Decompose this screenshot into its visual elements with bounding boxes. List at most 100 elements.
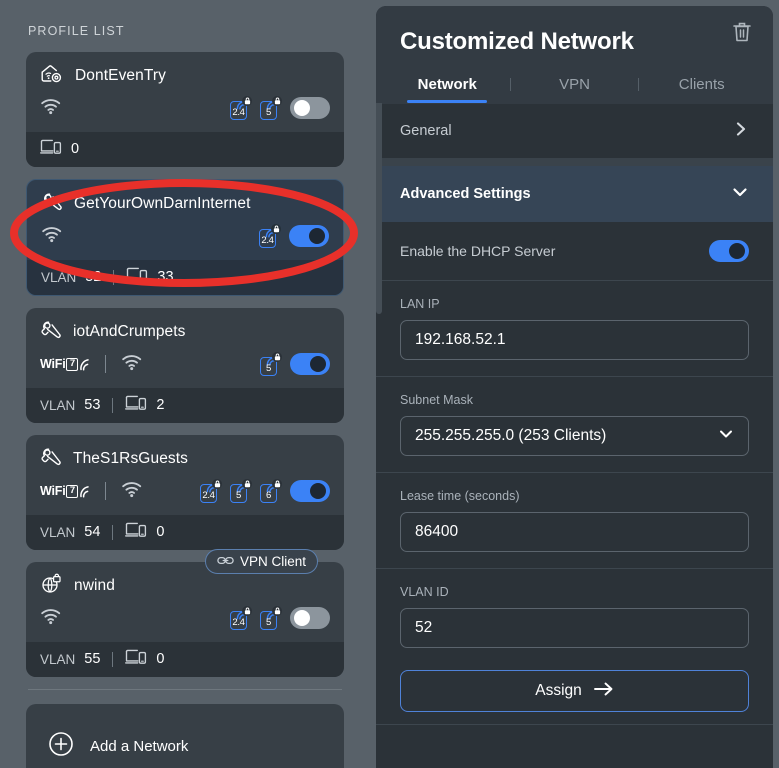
vpn-client-label: VPN Client [239,554,306,569]
arrow-right-icon [593,682,614,701]
band-badge-5[interactable]: 5 [230,478,252,503]
add-network-label: Add a Network [90,737,189,755]
profile-enable-toggle[interactable] [290,607,330,629]
panel-scrollbar[interactable] [376,14,382,762]
globe-lock-icon [42,573,61,593]
page-title: Customized Network [400,28,634,55]
tab-label: VPN [559,76,590,93]
client-count: 0 [156,524,165,540]
dhcp-server-toggle[interactable] [709,240,749,262]
badge-separator [105,355,107,373]
band-badge-2.4[interactable]: 2.4 [200,478,222,503]
lock-icon [274,97,280,104]
profile-title-row: GetYourOwnDarnInternet [41,189,329,219]
band-lock-icon [271,223,281,234]
band-lock-icon [242,605,252,616]
lock-icon [244,607,250,614]
profile-enable-toggle[interactable] [290,97,330,119]
profile-card-footer: VLAN 52 33 [27,260,343,295]
panel-header: Customized Network Network VPN Clients [376,6,773,103]
add-network-button[interactable]: Add a Network [26,704,344,768]
profile-badge-row: 2.4 5 [40,601,330,635]
field-label: Subnet Mask [400,393,473,407]
profile-card-main: DontEvenTry 2.4 5 [26,52,344,132]
toggle-knob [294,610,310,626]
general-section-row[interactable]: General [376,103,773,158]
profile-card[interactable]: DontEvenTry 2.4 5 0 [26,52,344,167]
profile-name: DontEvenTry [75,67,166,84]
toggle-knob [309,228,325,244]
band-label: 2.4 [232,616,245,628]
vpn-client-badge[interactable]: VPN Client [204,549,318,574]
tab-vpn[interactable]: VPN [527,76,621,103]
profile-title-row: TheS1RsGuests [40,444,330,474]
profile-enable-toggle[interactable] [289,225,329,247]
band-lock-icon [272,95,282,106]
band-lock-icon [272,351,282,362]
wifi-signal-icon [41,608,61,624]
tab-clients[interactable]: Clients [655,76,749,103]
wifi7-arc-icon [80,358,90,371]
wifi-signal-icon [121,353,144,376]
band-badge-2.4[interactable]: 2.4 [230,605,252,630]
band-badge-6[interactable]: 6 [260,478,282,503]
band-label: 2.4 [261,234,274,246]
profile-list-heading: PROFILE LIST [28,24,125,38]
panel-tabs: Network VPN Clients [400,76,749,103]
wifi7-arc-icon [80,485,90,498]
profile-card[interactable]: GetYourOwnDarnInternet 2.4 VLAN 52 33 [26,179,344,296]
tab-divider [637,78,639,91]
profile-card[interactable]: TheS1RsGuests WiFi 7 2.4 5 6 VLAN 54 0 [26,435,344,550]
wrench-icon [40,319,62,346]
connected-clients-icon [40,139,62,154]
profile-card[interactable]: iotAndCrumpets WiFi 7 5 VLAN 53 2 [26,308,344,423]
lock-icon [274,480,280,487]
input-vlan-id[interactable]: 52 [400,608,749,648]
field-value: 255.255.255.0 (253 Clients) [415,427,607,444]
profile-badge-row: 2.4 5 [40,91,330,125]
vlan-label: VLAN [41,269,77,285]
input-lan-ip[interactable]: 192.168.52.1 [400,320,749,360]
band-badge-2.4[interactable]: 2.4 [230,95,252,120]
band-badge-2.4[interactable]: 2.4 [259,223,281,248]
connected-clients-icon [125,522,147,537]
house-wifi-gear-icon [41,64,62,82]
trash-icon[interactable] [731,20,753,49]
field-block: Subnet Mask 255.255.255.0 (253 Clients) [376,376,773,472]
wifi-signal-icon [40,607,63,630]
house-wifi-gear-icon [40,63,64,90]
vlan-label: VLAN [40,524,76,540]
profile-card[interactable]: nwind 2.4 5 VLAN 55 0 [26,562,344,677]
band-badge-5[interactable]: 5 [260,351,282,376]
input-lease-time-seconds[interactable]: 86400 [400,512,749,552]
assign-button[interactable]: Assign [400,670,749,712]
dhcp-server-row: Enable the DHCP Server [376,222,773,281]
vlan-value: 54 [84,524,101,540]
field-label: VLAN ID [400,585,449,599]
band-badge-5[interactable]: 5 [260,95,282,120]
toggle-knob [310,356,326,372]
select-subnet-mask[interactable]: 255.255.255.0 (253 Clients) [400,416,749,456]
profile-enable-toggle[interactable] [290,480,330,502]
wifi7-number: 7 [66,484,79,498]
profile-badge-row: WiFi 7 2.4 5 6 [40,474,330,508]
assign-button-label: Assign [535,682,582,699]
footer-separator [112,397,114,413]
advanced-settings-row[interactable]: Advanced Settings [376,166,773,222]
toggle-knob [310,483,326,499]
lock-icon [214,480,220,487]
client-count: 2 [156,397,165,413]
band-lock-icon [242,95,252,106]
wifi-signal-icon [41,225,64,248]
band-badge-5[interactable]: 5 [260,605,282,630]
wifi7-badge: WiFi 7 [40,357,90,371]
field-block: VLAN ID 52 [376,568,773,664]
connected-clients-icon [126,267,148,287]
vlan-label: VLAN [40,397,76,413]
profile-card-footer: VLAN 53 2 [26,388,344,423]
tab-network[interactable]: Network [400,76,494,103]
field-value: 192.168.52.1 [415,331,506,348]
client-count: 0 [156,651,165,667]
profile-enable-toggle[interactable] [290,353,330,375]
link-icon [217,556,234,565]
